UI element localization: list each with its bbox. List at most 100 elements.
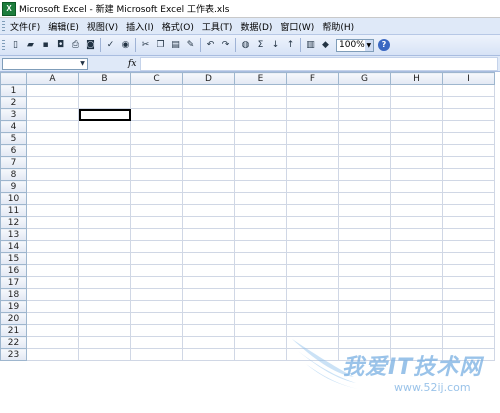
format-painter-icon[interactable]: ✎ bbox=[184, 39, 197, 52]
cell[interactable] bbox=[130, 216, 183, 229]
cell[interactable] bbox=[130, 312, 183, 325]
cell[interactable] bbox=[390, 228, 443, 241]
cell[interactable] bbox=[442, 180, 495, 193]
cell[interactable] bbox=[390, 312, 443, 325]
menu-help[interactable]: 帮助(H) bbox=[320, 20, 360, 33]
copy-icon[interactable]: ❐ bbox=[154, 39, 167, 52]
formula-input[interactable] bbox=[140, 56, 498, 71]
cell[interactable] bbox=[442, 132, 495, 145]
cell[interactable] bbox=[78, 336, 131, 349]
row-header[interactable]: 20 bbox=[0, 312, 27, 325]
cell[interactable] bbox=[182, 108, 235, 121]
cell[interactable] bbox=[182, 228, 235, 241]
cell[interactable] bbox=[130, 96, 183, 109]
menu-view[interactable]: 视图(V) bbox=[85, 20, 124, 33]
sort-ascending-icon[interactable]: ↓ bbox=[269, 39, 282, 52]
cell[interactable] bbox=[78, 156, 131, 169]
cell[interactable] bbox=[390, 348, 443, 361]
cell[interactable] bbox=[78, 144, 131, 157]
cell[interactable] bbox=[390, 264, 443, 277]
menu-window[interactable]: 窗口(W) bbox=[278, 20, 320, 33]
cell[interactable] bbox=[286, 240, 339, 253]
cell[interactable] bbox=[390, 252, 443, 265]
cell[interactable] bbox=[442, 336, 495, 349]
cell[interactable] bbox=[78, 324, 131, 337]
cell[interactable] bbox=[26, 240, 79, 253]
cell[interactable] bbox=[78, 252, 131, 265]
cell[interactable] bbox=[130, 204, 183, 217]
cell[interactable] bbox=[182, 252, 235, 265]
cell[interactable] bbox=[338, 96, 391, 109]
cell[interactable] bbox=[26, 252, 79, 265]
cell[interactable] bbox=[26, 120, 79, 133]
cell[interactable] bbox=[78, 300, 131, 313]
row-header[interactable]: 3 bbox=[0, 108, 27, 121]
cell[interactable] bbox=[390, 276, 443, 289]
cell[interactable] bbox=[26, 312, 79, 325]
drawing-icon[interactable]: ◆ bbox=[319, 39, 332, 52]
cell[interactable] bbox=[234, 144, 287, 157]
column-header[interactable]: G bbox=[338, 72, 391, 85]
row-header[interactable]: 4 bbox=[0, 120, 27, 133]
cell[interactable] bbox=[286, 312, 339, 325]
cell[interactable] bbox=[78, 204, 131, 217]
cell[interactable] bbox=[390, 204, 443, 217]
cell[interactable] bbox=[130, 252, 183, 265]
cell[interactable] bbox=[182, 132, 235, 145]
cell[interactable] bbox=[286, 204, 339, 217]
column-header[interactable]: E bbox=[234, 72, 287, 85]
cell[interactable] bbox=[286, 228, 339, 241]
cell[interactable] bbox=[286, 300, 339, 313]
cell[interactable] bbox=[442, 192, 495, 205]
cell[interactable] bbox=[130, 108, 183, 121]
cell[interactable] bbox=[338, 264, 391, 277]
cell[interactable] bbox=[78, 216, 131, 229]
column-header[interactable]: B bbox=[78, 72, 131, 85]
cell[interactable] bbox=[26, 180, 79, 193]
cell[interactable] bbox=[182, 300, 235, 313]
select-all-corner[interactable] bbox=[0, 72, 27, 85]
cell[interactable] bbox=[390, 156, 443, 169]
cell[interactable] bbox=[286, 156, 339, 169]
row-header[interactable]: 6 bbox=[0, 144, 27, 157]
cell[interactable] bbox=[286, 96, 339, 109]
cell[interactable] bbox=[234, 216, 287, 229]
cell[interactable] bbox=[130, 180, 183, 193]
cell[interactable] bbox=[442, 144, 495, 157]
cell[interactable] bbox=[182, 84, 235, 97]
cell[interactable] bbox=[442, 276, 495, 289]
cell[interactable] bbox=[78, 312, 131, 325]
cell[interactable] bbox=[338, 108, 391, 121]
cell[interactable] bbox=[26, 204, 79, 217]
cell[interactable] bbox=[338, 192, 391, 205]
cell[interactable] bbox=[130, 324, 183, 337]
cell[interactable] bbox=[182, 204, 235, 217]
cell[interactable] bbox=[286, 84, 339, 97]
cell[interactable] bbox=[130, 120, 183, 133]
row-header[interactable]: 17 bbox=[0, 276, 27, 289]
cell[interactable] bbox=[234, 132, 287, 145]
menu-edit[interactable]: 编辑(E) bbox=[46, 20, 85, 33]
cell[interactable] bbox=[182, 144, 235, 157]
menu-tools[interactable]: 工具(T) bbox=[200, 20, 239, 33]
cell[interactable] bbox=[442, 324, 495, 337]
chevron-down-icon[interactable]: ▼ bbox=[364, 39, 373, 51]
cell[interactable] bbox=[78, 288, 131, 301]
cell[interactable] bbox=[338, 168, 391, 181]
cell[interactable] bbox=[338, 132, 391, 145]
cell[interactable] bbox=[338, 156, 391, 169]
paste-icon[interactable]: ▤ bbox=[169, 39, 182, 52]
cell[interactable] bbox=[442, 204, 495, 217]
zoom-select[interactable]: 100% ▼ bbox=[336, 38, 374, 52]
cell[interactable] bbox=[286, 252, 339, 265]
cell[interactable] bbox=[130, 156, 183, 169]
cell[interactable] bbox=[26, 108, 79, 121]
cell[interactable] bbox=[26, 144, 79, 157]
fx-icon[interactable]: fx bbox=[128, 59, 136, 69]
row-header[interactable]: 12 bbox=[0, 216, 27, 229]
cell[interactable] bbox=[78, 264, 131, 277]
cell[interactable] bbox=[234, 252, 287, 265]
cell[interactable] bbox=[182, 192, 235, 205]
cell[interactable] bbox=[182, 348, 235, 361]
research-icon[interactable]: ◉ bbox=[119, 39, 132, 52]
